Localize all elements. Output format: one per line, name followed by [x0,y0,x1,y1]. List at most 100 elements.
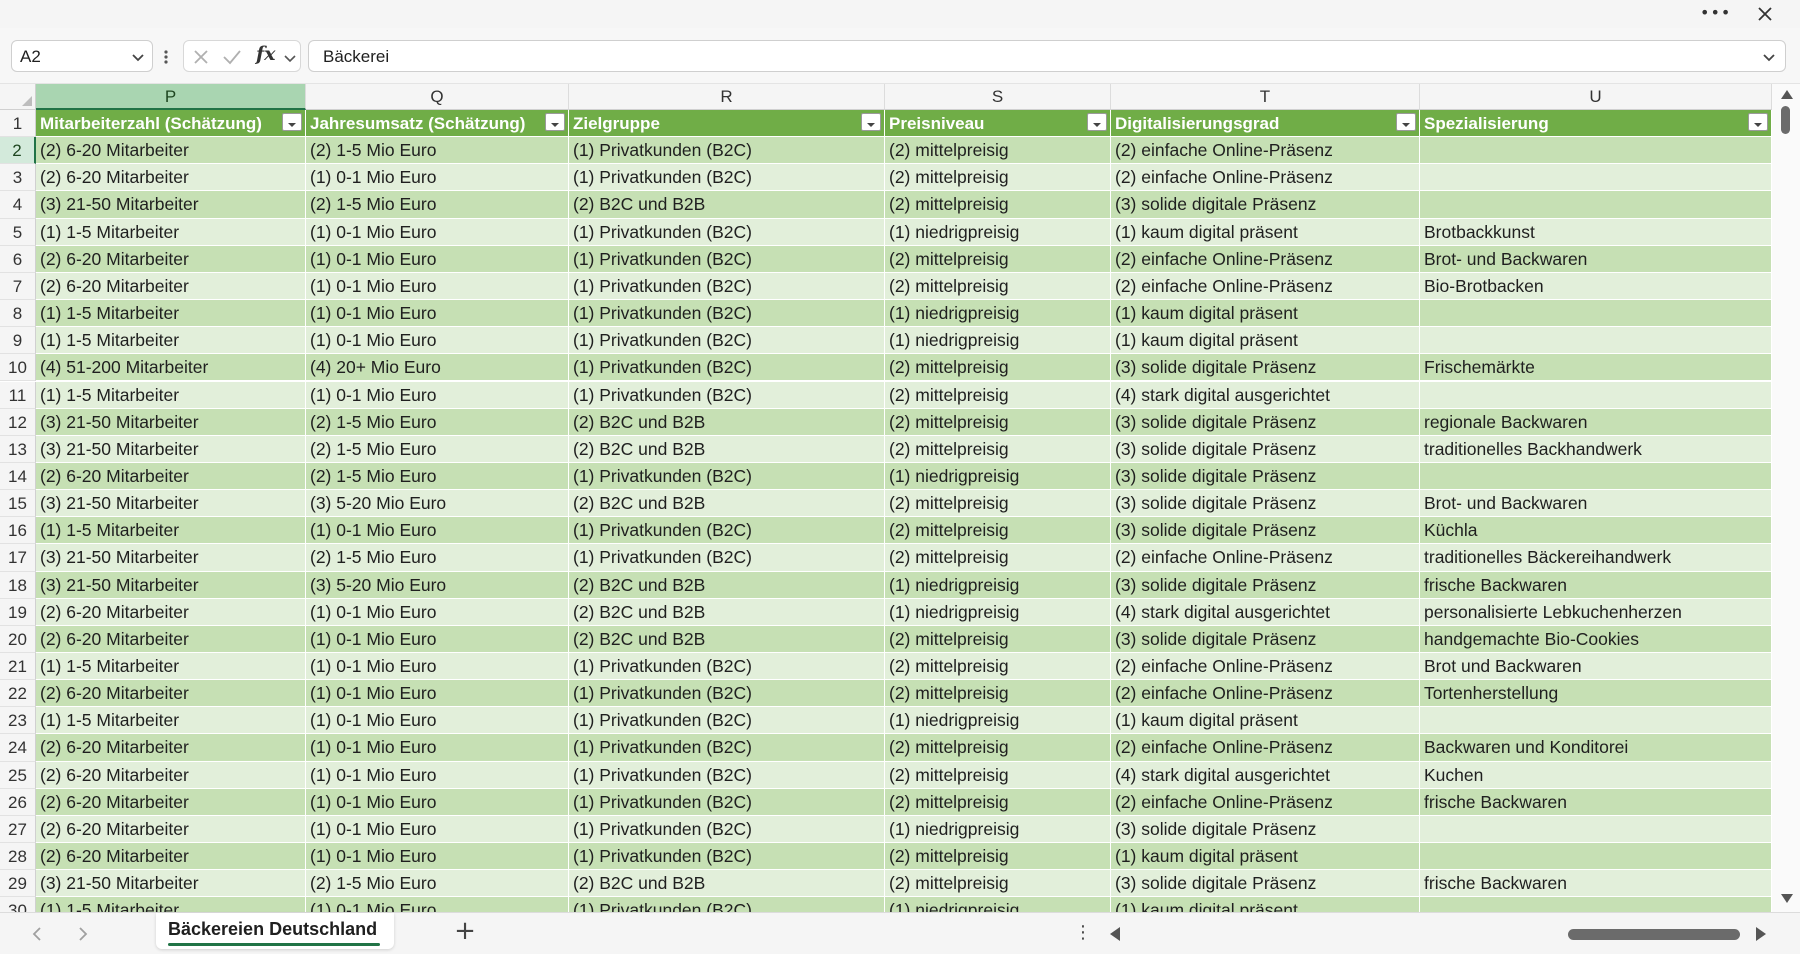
table-cell[interactable]: Bio-Brotbacken [1420,272,1772,301]
row-header[interactable]: 16 [0,517,36,545]
table-cell[interactable]: (1) 0-1 Mio Euro [306,327,569,355]
table-cell[interactable]: (1) kaum digital präsent [1111,707,1420,735]
table-cell[interactable]: (2) B2C und B2B [569,191,885,219]
column-header-q[interactable]: Q [306,84,569,110]
table-cell[interactable]: (1) Privatkunden (B2C) [569,897,885,912]
prev-sheet-icon[interactable] [28,925,46,943]
table-cell[interactable]: (2) mittelpreisig [885,761,1111,789]
table-cell[interactable]: (1) Privatkunden (B2C) [569,462,885,491]
table-cell[interactable]: (4) stark digital ausgerichtet [1111,598,1420,626]
table-cell[interactable]: (3) solide digitale Präsenz [1111,435,1420,463]
table-cell[interactable]: (1) 0-1 Mio Euro [306,788,569,816]
table-cell[interactable]: (2) 6-20 Mitarbeiter [36,788,306,816]
table-cell[interactable]: (1) niedrigpreisig [885,300,1111,328]
table-cell[interactable]: (1) Privatkunden (B2C) [569,327,885,355]
vertical-scroll-thumb[interactable] [1781,106,1790,134]
table-cell[interactable]: (2) mittelpreisig [885,354,1111,382]
table-cell[interactable]: (1) Privatkunden (B2C) [569,137,885,165]
table-cell[interactable]: (1) 0-1 Mio Euro [306,815,569,844]
formula-input[interactable]: Bäckerei [308,40,1786,72]
table-cell[interactable]: (2) mittelpreisig [885,680,1111,708]
column-header-s[interactable]: S [885,84,1111,110]
table-cell[interactable]: (1) niedrigpreisig [885,707,1111,735]
add-sheet-icon[interactable]: + [452,918,478,945]
filter-dropdown-icon[interactable] [545,113,565,131]
table-cell[interactable] [1420,137,1772,165]
table-cell[interactable]: (3) solide digitale Präsenz [1111,462,1420,491]
table-cell[interactable]: (1) 0-1 Mio Euro [306,272,569,301]
table-cell[interactable] [1420,191,1772,219]
table-cell[interactable] [1420,381,1772,409]
scroll-right-icon[interactable] [1756,927,1766,941]
column-header-p[interactable]: P [36,84,306,110]
row-header[interactable]: 30 [0,897,36,912]
row-header[interactable]: 2 [0,137,36,165]
row-header[interactable]: 9 [0,327,36,355]
column-header-t[interactable]: T [1111,84,1420,110]
table-cell[interactable]: Küchla [1420,517,1772,545]
table-cell[interactable] [1420,707,1772,735]
select-all-corner[interactable] [0,84,36,110]
table-cell[interactable]: (2) einfache Online-Präsenz [1111,680,1420,708]
row-header[interactable]: 3 [0,164,36,192]
table-cell[interactable] [1420,897,1772,912]
table-cell[interactable]: (2) B2C und B2B [569,598,885,626]
table-cell[interactable]: (1) 1-5 Mitarbeiter [36,897,306,912]
close-icon[interactable] [1752,0,1778,28]
table-cell[interactable]: (2) mittelpreisig [885,788,1111,816]
table-cell[interactable]: (1) kaum digital präsent [1111,843,1420,871]
table-cell[interactable]: (2) einfache Online-Präsenz [1111,788,1420,816]
table-cell[interactable]: (4) stark digital ausgerichtet [1111,761,1420,789]
table-cell[interactable]: (1) Privatkunden (B2C) [569,734,885,762]
scroll-down-icon[interactable] [1781,894,1793,903]
table-cell[interactable]: (1) 1-5 Mitarbeiter [36,517,306,545]
vertical-scrollbar[interactable] [1772,84,1800,912]
filter-dropdown-icon[interactable] [1087,113,1107,131]
row-header[interactable]: 6 [0,245,36,273]
next-sheet-icon[interactable] [74,925,92,943]
table-cell[interactable]: (3) solide digitale Präsenz [1111,571,1420,599]
table-cell[interactable]: (3) solide digitale Präsenz [1111,625,1420,653]
chevron-down-icon[interactable] [130,49,146,65]
table-cell[interactable]: (1) Privatkunden (B2C) [569,843,885,871]
table-cell[interactable]: (2) 1-5 Mio Euro [306,435,569,463]
filter-dropdown-icon[interactable] [282,113,302,131]
table-cell[interactable]: traditionelles Bäckereihandwerk [1420,544,1772,572]
table-cell[interactable]: (1) niedrigpreisig [885,462,1111,491]
table-cell[interactable]: (1) Privatkunden (B2C) [569,272,885,301]
table-cell[interactable]: (1) 0-1 Mio Euro [306,218,569,246]
table-cell[interactable]: (1) Privatkunden (B2C) [569,300,885,328]
more-icon[interactable]: ••• [1700,0,1730,28]
table-cell[interactable]: (1) 1-5 Mitarbeiter [36,300,306,328]
table-cell[interactable]: (1) Privatkunden (B2C) [569,544,885,572]
table-cell[interactable]: (1) niedrigpreisig [885,598,1111,626]
table-cell[interactable]: (3) solide digitale Präsenz [1111,191,1420,219]
table-cell[interactable]: traditionelles Backhandwerk [1420,435,1772,463]
table-cell[interactable]: (1) Privatkunden (B2C) [569,680,885,708]
table-cell[interactable] [1420,300,1772,328]
row-header[interactable]: 8 [0,300,36,328]
table-cell[interactable]: (2) B2C und B2B [569,870,885,898]
confirm-icon[interactable] [222,48,242,66]
table-cell[interactable]: (2) 6-20 Mitarbeiter [36,164,306,192]
table-cell[interactable] [1420,843,1772,871]
row-header[interactable]: 7 [0,272,36,301]
table-cell[interactable]: (2) 1-5 Mio Euro [306,191,569,219]
table-cell[interactable]: (2) mittelpreisig [885,544,1111,572]
row-header[interactable]: 27 [0,815,36,844]
table-cell[interactable]: (1) Privatkunden (B2C) [569,707,885,735]
table-header-cell[interactable]: Spezialisierung [1420,110,1772,138]
table-cell[interactable]: (1) 0-1 Mio Euro [306,707,569,735]
table-cell[interactable]: (1) Privatkunden (B2C) [569,354,885,382]
table-cell[interactable]: (3) 5-20 Mio Euro [306,490,569,518]
row-header[interactable]: 5 [0,218,36,246]
table-cell[interactable]: (2) mittelpreisig [885,734,1111,762]
table-cell[interactable]: (1) 0-1 Mio Euro [306,653,569,681]
table-cell[interactable]: (2) mittelpreisig [885,164,1111,192]
table-cell[interactable]: (2) 6-20 Mitarbeiter [36,761,306,789]
table-cell[interactable]: (1) niedrigpreisig [885,218,1111,246]
table-cell[interactable]: Backwaren und Konditorei [1420,734,1772,762]
row-header[interactable]: 25 [0,761,36,789]
table-cell[interactable]: (1) Privatkunden (B2C) [569,218,885,246]
table-cell[interactable]: (1) Privatkunden (B2C) [569,815,885,844]
